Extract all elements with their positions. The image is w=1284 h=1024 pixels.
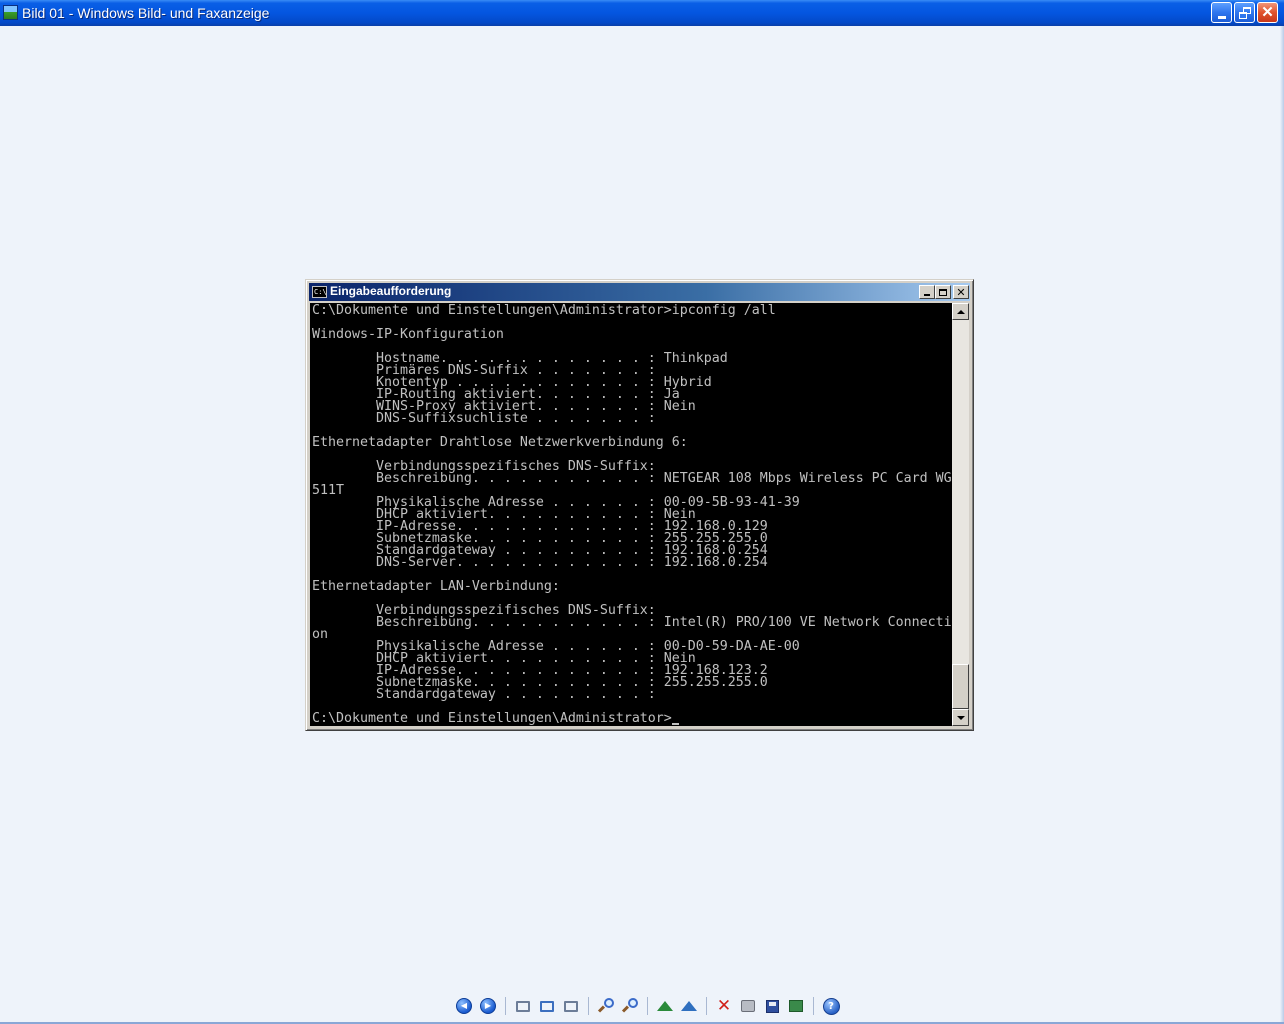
next-image-icon: ▶ xyxy=(480,998,496,1014)
toolbar-separator xyxy=(588,997,589,1015)
print-icon xyxy=(741,1000,755,1012)
console-line: Standardgateway . . . . . . . . . : xyxy=(312,687,656,702)
close-icon: ✕ xyxy=(1261,4,1274,21)
scroll-down-button xyxy=(952,709,969,726)
rotate-counterclockwise-icon xyxy=(681,1001,697,1011)
cmd-maximize-button xyxy=(935,285,951,299)
cmd-title: Eingabeaufforderung xyxy=(330,284,452,298)
close-button[interactable]: ✕ xyxy=(1257,2,1278,23)
console-line: DNS-Server. . . . . . . . . . . . : 192.… xyxy=(312,555,768,570)
viewer-toolbar: ◀ ▶ ✕ ? xyxy=(452,994,843,1018)
help-button[interactable]: ? xyxy=(821,996,841,1016)
delete-icon: ✕ xyxy=(716,995,732,1016)
cmd-titlebar: C:\ Eingabeaufforderung ✕ xyxy=(309,283,970,301)
console-line: Windows-IP-Konfiguration xyxy=(312,327,504,342)
toolbar-separator xyxy=(505,997,506,1015)
window-titlebar[interactable]: Bild 01 - Windows Bild- und Faxanzeige ✕ xyxy=(0,0,1284,26)
slideshow-icon xyxy=(564,1000,578,1012)
zoom-out-button[interactable] xyxy=(620,996,640,1016)
help-icon: ? xyxy=(822,997,840,1015)
zoom-in-button[interactable] xyxy=(596,996,616,1016)
window-title: Bild 01 - Windows Bild- und Faxanzeige xyxy=(22,5,270,21)
minimize-icon xyxy=(1217,15,1226,19)
arrow-up-icon xyxy=(956,309,965,314)
console-output: C:\Dokumente und Einstellungen\Administr… xyxy=(310,303,952,726)
toolbar-separator xyxy=(647,997,648,1015)
next-image-button[interactable]: ▶ xyxy=(478,996,498,1016)
actual-size-icon xyxy=(540,1000,554,1012)
previous-image-icon: ◀ xyxy=(456,998,472,1014)
console-line: Ethernetadapter Drahtlose Netzwerkverbin… xyxy=(312,435,688,450)
cmd-minimize-icon xyxy=(924,294,930,296)
scroll-up-button xyxy=(952,303,969,320)
scroll-thumb xyxy=(952,664,969,709)
arrow-down-icon xyxy=(956,715,965,720)
cmd-close-button: ✕ xyxy=(953,285,969,299)
rotate-counterclockwise-button[interactable] xyxy=(679,996,699,1016)
console-line: Beschreibung. . . . . . . . . . . : Inte… xyxy=(312,615,952,630)
restore-button[interactable] xyxy=(1234,2,1255,23)
previous-image-button[interactable]: ◀ xyxy=(454,996,474,1016)
best-fit-button[interactable] xyxy=(513,996,533,1016)
console-line: C:\Dokumente und Einstellungen\Administr… xyxy=(312,303,776,318)
zoom-out-icon xyxy=(621,998,638,1014)
cmd-scrollbar xyxy=(952,303,969,726)
edit-image-icon xyxy=(789,1000,803,1012)
displayed-image-command-prompt: C:\ Eingabeaufforderung ✕ C:\Dokumente u… xyxy=(305,279,974,731)
save-copy-button[interactable] xyxy=(762,996,782,1016)
cmd-minimize-button xyxy=(919,285,935,299)
actual-size-button[interactable] xyxy=(537,996,557,1016)
best-fit-icon xyxy=(516,1000,530,1012)
edit-image-button[interactable] xyxy=(786,996,806,1016)
save-copy-icon xyxy=(765,999,779,1013)
zoom-in-icon xyxy=(597,998,614,1014)
print-button[interactable] xyxy=(738,996,758,1016)
picture-viewer-app-icon[interactable] xyxy=(3,5,18,20)
delete-button[interactable]: ✕ xyxy=(714,996,734,1016)
rotate-clockwise-icon xyxy=(657,1001,673,1011)
console-line: Ethernetadapter LAN-Verbindung: xyxy=(312,579,560,594)
console-line: Beschreibung. . . . . . . . . . . : NETG… xyxy=(312,471,952,486)
cmd-close-icon: ✕ xyxy=(956,285,966,299)
slideshow-button[interactable] xyxy=(561,996,581,1016)
toolbar-separator xyxy=(706,997,707,1015)
console-line: C:\Dokumente und Einstellungen\Administr… xyxy=(312,712,679,725)
minimize-button[interactable] xyxy=(1211,2,1232,23)
cmd-icon: C:\ xyxy=(312,286,327,298)
window-right-border xyxy=(1280,26,1284,1022)
rotate-clockwise-button[interactable] xyxy=(655,996,675,1016)
console-line: DNS-Suffixsuchliste . . . . . . . : xyxy=(312,411,656,426)
cmd-maximize-icon xyxy=(939,288,947,296)
toolbar-separator xyxy=(813,997,814,1015)
restore-icon xyxy=(1238,6,1251,19)
console-cursor xyxy=(671,723,679,725)
